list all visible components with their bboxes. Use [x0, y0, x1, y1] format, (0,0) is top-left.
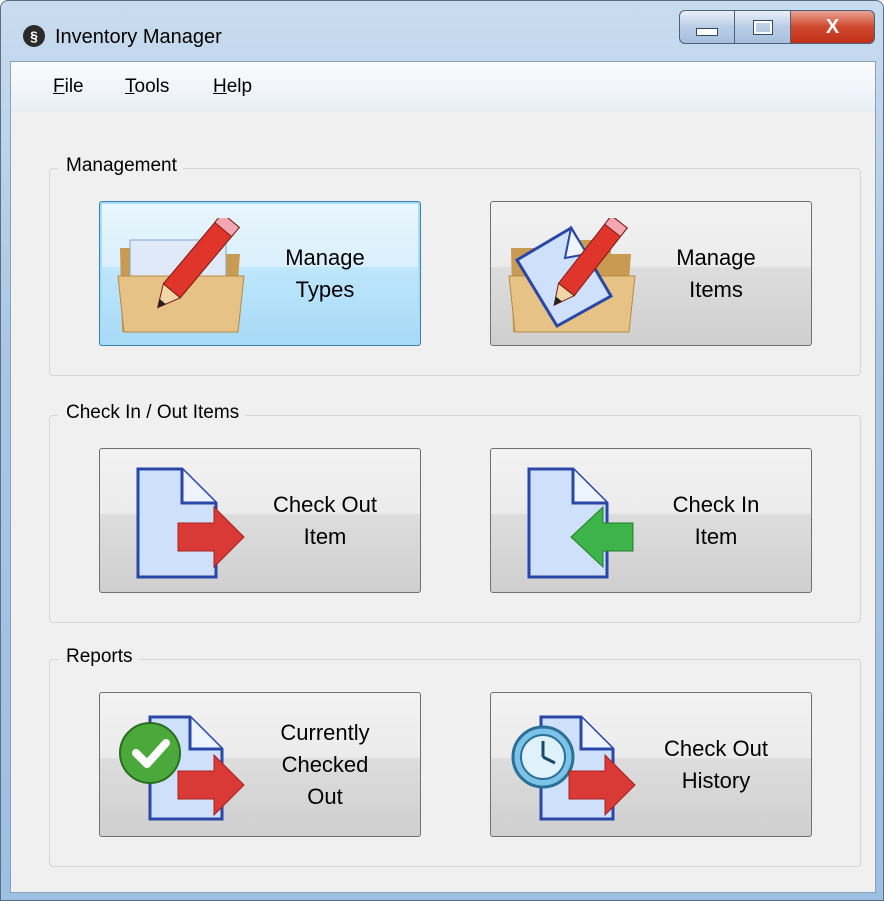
currently-checked-out-line3: Out	[307, 783, 343, 809]
check-in-item-line2: Item	[694, 523, 738, 549]
check-in-item-label: Check In Item	[621, 449, 811, 592]
check-in-out-group: Check In / Out Items Check Out Item Chec…	[49, 402, 861, 623]
window-title: Inventory Manager	[55, 26, 222, 48]
document-arrow-left-icon	[527, 467, 634, 579]
menu-help[interactable]: Help	[213, 76, 252, 98]
menu-tools[interactable]: Tools	[125, 76, 169, 98]
manage-types-label: Manage Types	[230, 202, 420, 345]
check-out-history-line2: History	[681, 767, 751, 793]
client-area: File Tools Help Management Manage Types …	[10, 61, 876, 893]
caption-buttons: X	[679, 10, 875, 44]
currently-checked-out-line1: Currently	[280, 719, 370, 745]
reports-group-label: Reports	[58, 646, 139, 668]
manage-items-line2: Items	[689, 276, 743, 302]
check-out-item-line2: Item	[303, 523, 347, 549]
app-window: § Inventory Manager X File Tools Help Ma…	[0, 0, 884, 901]
maximize-button[interactable]	[735, 10, 791, 44]
check-out-history-button[interactable]: Check Out History	[490, 692, 812, 837]
menu-bar: File Tools Help	[11, 62, 875, 112]
management-group-label: Management	[58, 155, 183, 177]
menu-help-accel: H	[213, 76, 227, 97]
check-out-item-button[interactable]: Check Out Item	[99, 448, 421, 593]
close-button[interactable]: X	[791, 10, 875, 44]
menu-file-accel: F	[53, 76, 65, 97]
check-in-item-button[interactable]: Check In Item	[490, 448, 812, 593]
manage-items-label: Manage Items	[621, 202, 811, 345]
currently-checked-out-button[interactable]: Currently Checked Out	[99, 692, 421, 837]
folder-document-pencil-icon	[508, 218, 636, 333]
manage-types-line1: Manage	[285, 244, 365, 270]
menu-file-label: ile	[64, 76, 84, 97]
reports-group: Reports Currently Checked Out Check Out …	[49, 646, 861, 867]
currently-checked-out-line2: Checked	[281, 751, 369, 777]
app-icon[interactable]: §	[23, 25, 45, 47]
minimize-icon	[696, 28, 718, 36]
check-out-item-line1: Check Out	[273, 491, 377, 517]
manage-items-line1: Manage	[676, 244, 756, 270]
document-arrow-right-icon	[136, 467, 245, 579]
currently-checked-out-label: Currently Checked Out	[230, 693, 420, 836]
close-icon: X	[825, 15, 840, 38]
menu-help-label: elp	[226, 76, 253, 97]
check-out-item-label: Check Out Item	[230, 449, 420, 592]
menu-tools-accel: T	[125, 76, 135, 97]
document-clock-arrow-icon	[511, 715, 636, 821]
manage-items-button[interactable]: Manage Items	[490, 201, 812, 346]
minimize-button[interactable]	[679, 10, 735, 44]
title-bar[interactable]: § Inventory Manager X	[1, 1, 884, 61]
folder-pencil-icon	[117, 218, 245, 333]
maximize-icon	[752, 19, 773, 35]
menu-tools-label: ools	[134, 76, 170, 97]
manage-types-line2: Types	[295, 276, 355, 302]
management-group: Management Manage Types Manage Items	[49, 155, 861, 376]
check-out-history-label: Check Out History	[621, 693, 811, 836]
check-in-item-line1: Check In	[672, 491, 760, 517]
check-in-out-group-label: Check In / Out Items	[58, 402, 246, 424]
manage-types-button[interactable]: Manage Types	[99, 201, 421, 346]
check-out-history-line1: Check Out	[664, 735, 768, 761]
menu-file[interactable]: File	[53, 76, 84, 98]
document-check-arrow-icon	[119, 715, 245, 821]
